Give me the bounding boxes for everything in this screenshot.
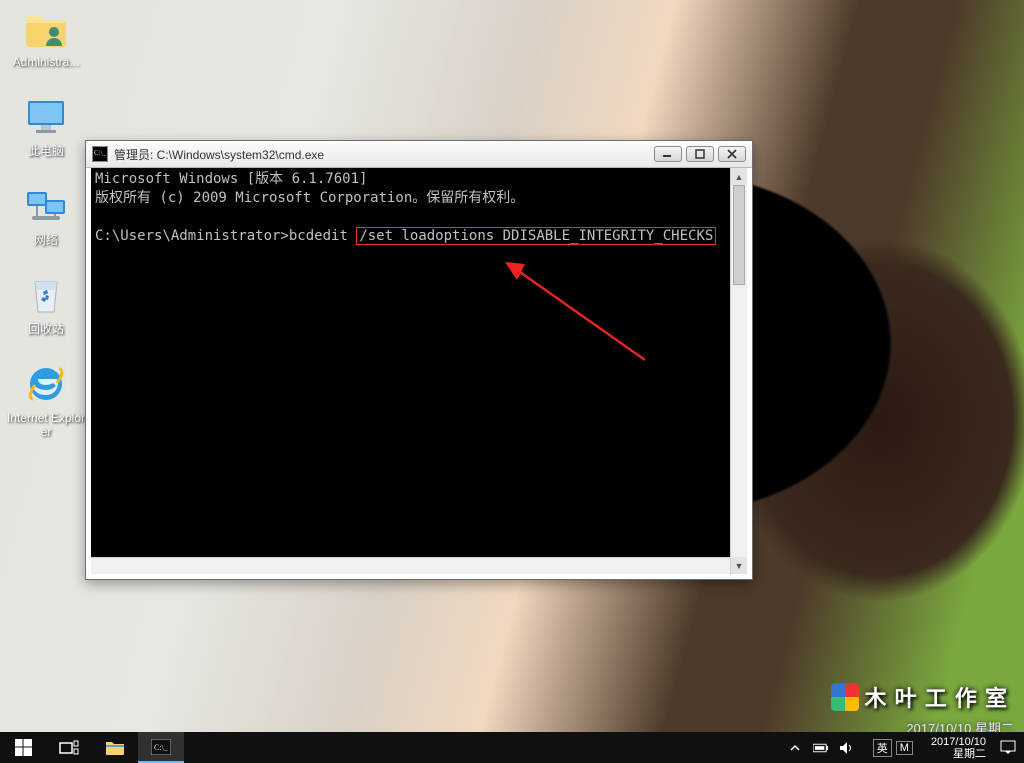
tray-volume-icon[interactable] (839, 740, 855, 756)
action-center-button[interactable] (1000, 740, 1016, 756)
vertical-scrollbar[interactable]: ▲ ▼ (730, 168, 747, 574)
desktop-icon-network[interactable]: 网络 (4, 182, 88, 247)
scroll-thumb[interactable] (733, 185, 745, 285)
ie-icon (22, 360, 70, 408)
desktop-icon-admin-folder[interactable]: Administra... (4, 4, 88, 69)
svg-text:C:\_: C:\_ (154, 743, 169, 752)
cmd-highlight: /set loadoptions DDISABLE_INTEGRITY_CHEC… (356, 227, 716, 245)
monitor-icon (22, 93, 70, 141)
taskbar-clock[interactable]: 2017/10/10 星期二 (927, 736, 990, 760)
task-view-icon (59, 740, 79, 756)
studio-logo-icon (831, 683, 859, 711)
cmd-window: 管理员: C:\Windows\system32\cmd.exe Microso… (85, 140, 753, 580)
start-button[interactable] (0, 732, 46, 763)
window-title: 管理员: C:\Windows\system32\cmd.exe (114, 146, 654, 163)
cmd-icon: C:\_ (151, 739, 171, 755)
network-icon (22, 182, 70, 230)
desktop-icon-internet-explorer[interactable]: Internet Explorer (4, 360, 88, 439)
scroll-down-arrow-icon[interactable]: ▼ (731, 557, 747, 574)
minimize-button[interactable] (654, 146, 682, 162)
icon-label: 网络 (4, 233, 88, 247)
cmd-app-icon (92, 146, 108, 162)
cmd-line: 版权所有 (c) 2009 Microsoft Corporation。保留所有… (95, 190, 524, 206)
cmd-line: Microsoft Windows [版本 6.1.7601] (95, 171, 367, 187)
taskbar-cmd[interactable]: C:\_ (138, 732, 184, 763)
desktop-icons: Administra... 此电脑 网络 回收站 Internet Explor… (4, 4, 88, 463)
file-explorer-icon (105, 739, 125, 756)
horizontal-scrollbar[interactable] (91, 557, 730, 574)
task-view-button[interactable] (46, 732, 92, 763)
window-controls (654, 146, 746, 162)
folder-user-icon (22, 4, 70, 52)
tray-chevron-up-icon[interactable] (787, 740, 803, 756)
recycle-bin-icon (22, 271, 70, 319)
taskbar-file-explorer[interactable] (92, 732, 138, 763)
windows-logo-icon (15, 739, 32, 756)
icon-label: 回收站 (4, 322, 88, 336)
scroll-up-arrow-icon[interactable]: ▲ (731, 168, 747, 185)
titlebar[interactable]: 管理员: C:\Windows\system32\cmd.exe (86, 141, 752, 168)
ime-mode: M (896, 741, 913, 755)
icon-label: Internet Explorer (4, 411, 88, 439)
desktop-icon-this-pc[interactable]: 此电脑 (4, 93, 88, 158)
cmd-client-area[interactable]: Microsoft Windows [版本 6.1.7601] 版权所有 (c)… (91, 168, 747, 574)
icon-label: Administra... (4, 55, 88, 69)
cmd-command: bcdedit (289, 228, 356, 244)
close-button[interactable] (718, 146, 746, 162)
taskbar: C:\_ 英 M 2017/10/10 星期二 (0, 732, 1024, 763)
watermark-studio: 木 叶 工 作 室 (831, 681, 1008, 713)
icon-label: 此电脑 (4, 144, 88, 158)
studio-name: 木 叶 工 作 室 (865, 681, 1008, 713)
ime-indicator[interactable]: 英 M (865, 732, 917, 763)
cmd-prompt: C:\Users\Administrator> (95, 228, 289, 244)
clock-date: 2017/10/10 (931, 736, 986, 748)
desktop-icon-recycle-bin[interactable]: 回收站 (4, 271, 88, 336)
ime-lang: 英 (873, 739, 892, 757)
tray-battery-icon[interactable] (813, 740, 829, 756)
clock-weekday: 星期二 (931, 748, 986, 760)
maximize-button[interactable] (686, 146, 714, 162)
